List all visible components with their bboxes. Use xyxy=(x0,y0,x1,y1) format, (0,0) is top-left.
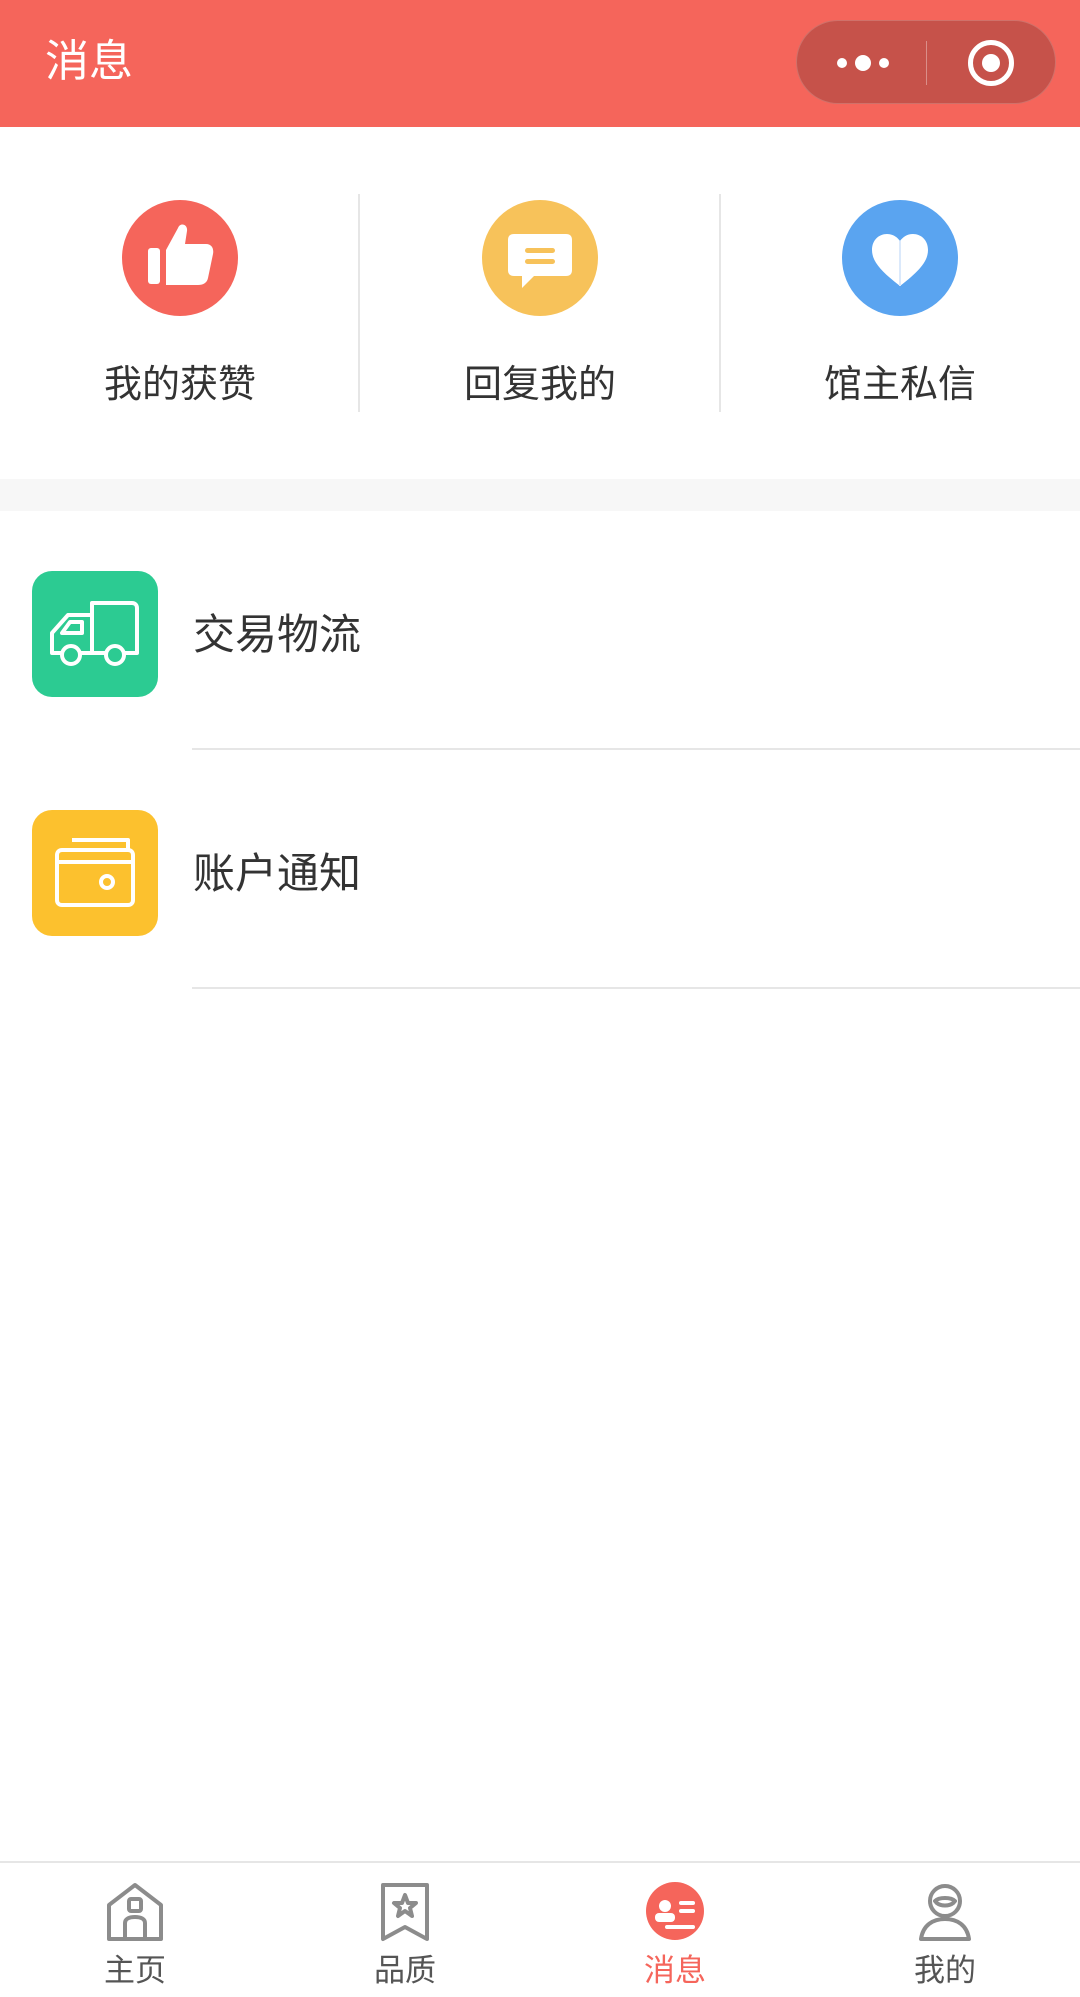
nav-bar: 消息 xyxy=(0,0,1080,127)
quick-item-likes[interactable]: 我的获赞 xyxy=(0,127,360,479)
quick-item-replies[interactable]: 回复我的 xyxy=(360,127,720,479)
quick-item-label: 我的获赞 xyxy=(103,362,256,406)
thumbs-up-icon xyxy=(122,200,238,316)
list-item-label: 交易物流 xyxy=(193,610,362,659)
home-icon xyxy=(105,1881,165,1943)
list-item-logistics[interactable]: 交易物流 xyxy=(0,511,1080,750)
more-button[interactable] xyxy=(797,21,926,105)
quick-item-label: 馆主私信 xyxy=(823,362,976,406)
bookmark-star-icon xyxy=(375,1881,435,1943)
divider xyxy=(192,987,1080,989)
tab-messages[interactable]: 消息 xyxy=(540,1863,810,1997)
tab-home[interactable]: 主页 xyxy=(0,1863,270,1997)
list-item-label: 账户通知 xyxy=(193,849,362,898)
quick-item-private-message[interactable]: 馆主私信 xyxy=(720,127,1080,479)
mini-program-capsule xyxy=(796,20,1056,104)
wallet-icon xyxy=(32,810,158,936)
tab-label: 我的 xyxy=(914,1953,976,1989)
heart-icon xyxy=(842,200,958,316)
target-icon xyxy=(968,40,1014,86)
tab-label: 品质 xyxy=(374,1953,436,1989)
tab-label: 消息 xyxy=(644,1953,706,1989)
tab-quality[interactable]: 品质 xyxy=(270,1863,540,1997)
quick-actions: 我的获赞 回复我的 馆主私信 xyxy=(0,127,1080,479)
quick-item-label: 回复我的 xyxy=(463,362,616,406)
tab-mine[interactable]: 我的 xyxy=(810,1863,1080,1997)
user-icon xyxy=(915,1881,975,1943)
page-title: 消息 xyxy=(45,36,133,87)
truck-icon xyxy=(32,571,158,697)
more-dots-icon xyxy=(837,55,889,71)
section-gap xyxy=(0,479,1080,511)
list-item-account-notice[interactable]: 账户通知 xyxy=(0,750,1080,989)
chat-bubble-icon xyxy=(482,200,598,316)
close-miniprogram-button[interactable] xyxy=(926,21,1055,105)
tab-label: 主页 xyxy=(104,1953,166,1989)
tab-bar: 主页 品质 消息 我的 xyxy=(0,1861,1080,1997)
message-icon xyxy=(645,1881,705,1943)
